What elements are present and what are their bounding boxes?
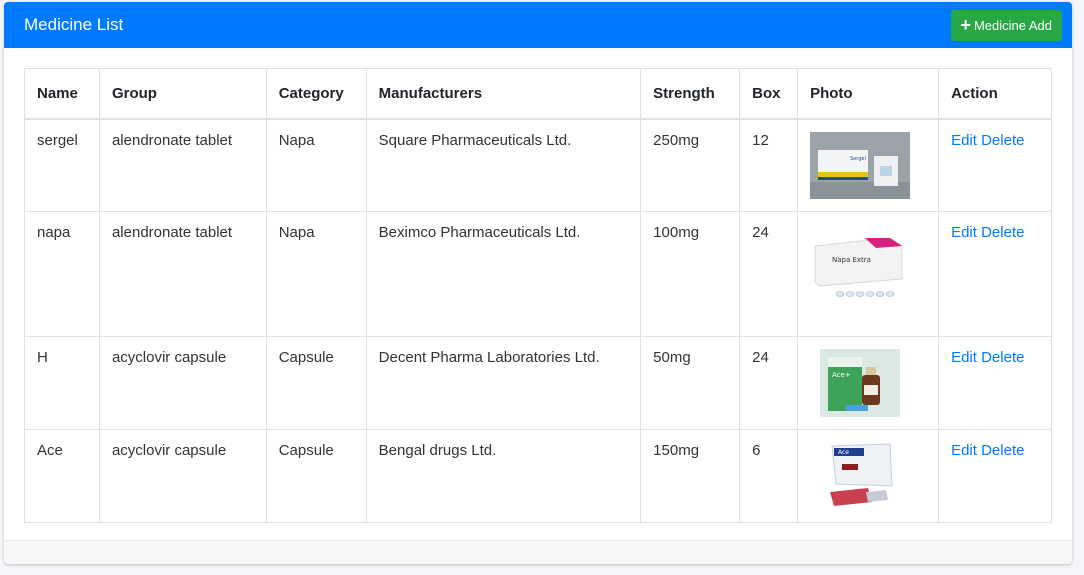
card-footer [4, 540, 1072, 564]
cell-group: acyclovir capsule [98, 335, 267, 430]
cell-photo: Ace+ [797, 335, 940, 430]
edit-link[interactable]: Edit [951, 132, 977, 149]
cell-box: 12 [739, 118, 799, 212]
cell-photo: Sergel [797, 118, 940, 212]
medicine-photo: Ace [820, 441, 921, 510]
cell-strength: 150mg [640, 428, 741, 523]
page-title: Medicine List [24, 15, 124, 34]
medicine-list-card: Medicine List + Medicine Add Name Group … [4, 2, 1072, 564]
cell-strength: 50mg [640, 335, 741, 430]
cell-group: alendronate tablet [98, 118, 267, 212]
delete-link[interactable]: Delete [981, 224, 1024, 241]
cell-action: Edit Delete [938, 210, 1052, 337]
column-header-name: Name [24, 68, 100, 120]
cell-manufacturer: Bengal drugs Ltd. [365, 428, 642, 523]
medicine-photo: Napa Extra [810, 223, 911, 324]
table-header-row: Name Group Category Manufacturers Streng… [24, 68, 1052, 120]
cell-box: 24 [739, 335, 799, 430]
medicine-add-button[interactable]: + Medicine Add [951, 9, 1062, 41]
cell-category: Capsule [265, 335, 367, 430]
cell-category: Napa [265, 118, 367, 212]
cell-manufacturer: Beximco Pharmaceuticals Ltd. [365, 210, 642, 337]
photo-brand-text: Ace [838, 449, 849, 456]
cell-action: Edit Delete [938, 428, 1052, 523]
table-row: Ace acyclovir capsule Capsule Bengal dru… [24, 428, 1052, 523]
column-header-group: Group [98, 68, 267, 120]
table-row: H acyclovir capsule Capsule Decent Pharm… [24, 335, 1052, 430]
edit-link[interactable]: Edit [951, 224, 977, 241]
cell-strength: 250mg [640, 118, 741, 212]
photo-brand-text: Sergel [850, 156, 866, 162]
medicine-photo: Sergel [810, 131, 911, 199]
photo-brand-text: Napa Extra [832, 256, 871, 264]
delete-link[interactable]: Delete [981, 349, 1024, 366]
photo-brand-text: Ace+ [832, 371, 851, 379]
edit-link[interactable]: Edit [951, 349, 977, 366]
cell-group: acyclovir capsule [98, 428, 267, 523]
column-header-photo: Photo [797, 68, 940, 120]
cell-action: Edit Delete [938, 335, 1052, 430]
cell-box: 6 [739, 428, 799, 523]
cell-group: alendronate tablet [98, 210, 267, 337]
cell-category: Capsule [265, 428, 367, 523]
column-header-manufacturers: Manufacturers [365, 68, 642, 120]
cell-name: H [24, 335, 100, 430]
card-header: Medicine List + Medicine Add [4, 2, 1072, 48]
cell-photo: Napa Extra [797, 210, 940, 337]
table-row: napa alendronate tablet Napa Beximco Pha… [24, 210, 1052, 337]
edit-link[interactable]: Edit [951, 442, 977, 459]
delete-link[interactable]: Delete [981, 442, 1024, 459]
cell-strength: 100mg [640, 210, 741, 337]
column-header-category: Category [265, 68, 367, 120]
cell-box: 24 [739, 210, 799, 337]
medicine-photo: Ace+ [820, 348, 901, 417]
column-header-action: Action [938, 68, 1052, 120]
medicine-add-label: Medicine Add [973, 17, 1052, 33]
plus-icon: + [960, 15, 971, 35]
medicine-table: Name Group Category Manufacturers Streng… [24, 68, 1052, 523]
cell-action: Edit Delete [938, 118, 1052, 212]
cell-name: napa [24, 210, 100, 337]
column-header-strength: Strength [640, 68, 741, 120]
cell-name: sergel [24, 118, 100, 212]
cell-name: Ace [24, 428, 100, 523]
column-header-box: Box [739, 68, 799, 120]
cell-photo: Ace [797, 428, 940, 523]
cell-manufacturer: Decent Pharma Laboratories Ltd. [365, 335, 642, 430]
delete-link[interactable]: Delete [981, 132, 1024, 149]
card-body: Name Group Category Manufacturers Streng… [4, 48, 1072, 540]
table-row: sergel alendronate tablet Napa Square Ph… [24, 118, 1052, 212]
cell-manufacturer: Square Pharmaceuticals Ltd. [365, 118, 642, 212]
cell-category: Napa [265, 210, 367, 337]
